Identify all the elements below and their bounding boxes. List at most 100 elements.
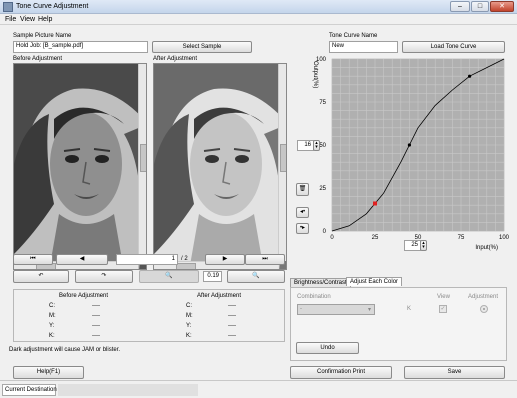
minimize-button[interactable]: – xyxy=(450,1,470,12)
cyan-after-value: ---- xyxy=(228,303,236,309)
magenta-before-value: ---- xyxy=(92,313,100,319)
view-checkbox[interactable]: ✓ xyxy=(439,305,447,313)
undo-button[interactable]: Undo xyxy=(296,342,359,354)
current-destination-label: Current Destination xyxy=(2,384,57,396)
yellow-after-label: Y: xyxy=(186,323,192,329)
rotate-left-button[interactable]: ↶ xyxy=(13,270,69,283)
previous-page-button[interactable]: ◀ xyxy=(56,254,108,265)
next-page-button[interactable]: ▶ xyxy=(205,254,245,265)
x-axis-label: Input(%) xyxy=(475,245,498,251)
select-next-point-button[interactable]: •▸ xyxy=(296,223,309,234)
last-page-icon: ⏭ xyxy=(262,256,268,262)
previous-page-icon: ◀ xyxy=(79,256,85,262)
zoom-field[interactable]: 0.19 xyxy=(203,271,222,282)
output-value-field[interactable]: 16 xyxy=(297,140,314,151)
menu-help[interactable]: Help xyxy=(38,16,52,23)
main-area: Sample Picture Name Hold Job: [B_sample.… xyxy=(0,25,517,380)
y-axis-label: Output(%) xyxy=(312,61,318,88)
yellow-after-value: ---- xyxy=(228,323,236,329)
tone-curve-name-label: Tone Curve Name xyxy=(329,33,378,39)
before-vertical-scrollbar[interactable] xyxy=(138,64,146,261)
before-portrait-image xyxy=(14,64,146,269)
first-page-button[interactable]: ⏮ xyxy=(13,254,53,265)
zoom-out-button[interactable]: 🔍 xyxy=(139,270,199,283)
save-button[interactable]: Save xyxy=(404,366,505,379)
after-portrait-image xyxy=(154,64,286,269)
confirmation-print-button[interactable]: Confirmation Print xyxy=(290,366,392,379)
zoom-in-button[interactable]: 🔍 xyxy=(227,270,285,283)
rotate-right-button[interactable]: ↷ xyxy=(75,270,133,283)
cyan-after-label: C: xyxy=(186,303,192,309)
adjustment-label: Adjustment xyxy=(468,294,499,300)
sample-picture-field[interactable]: Hold Job: [B_sample.pdf] xyxy=(13,41,148,53)
select-sample-button[interactable]: Select Sample xyxy=(152,41,252,53)
last-page-button[interactable]: ⏭ xyxy=(245,254,285,265)
zoom-out-icon: 🔍 xyxy=(165,273,173,279)
cmyk-value-panel: Before Adjustment After Adjustment C: --… xyxy=(13,289,285,342)
after-horizontal-scroll-thumb[interactable] xyxy=(176,263,196,269)
title-bar: Tone Curve Adjustment – □ ✕ xyxy=(0,0,517,14)
tone-curve-name-field[interactable]: New xyxy=(329,41,398,53)
tone-curve-chart-layer: 0 25 50 75 1000255075100Input(%)Output(%) xyxy=(312,57,510,251)
x-tick-label: 25 xyxy=(372,235,379,241)
next-page-icon: ▶ xyxy=(222,256,228,262)
x-tick-label: 100 xyxy=(499,235,510,241)
chevron-down-icon: ▾ xyxy=(367,307,371,313)
adjustment-radio[interactable] xyxy=(480,305,488,313)
point-right-icon: •▸ xyxy=(299,225,306,231)
select-previous-point-button[interactable]: ◂• xyxy=(296,207,309,218)
view-label: View xyxy=(437,294,450,300)
after-vertical-scrollbar[interactable] xyxy=(278,64,286,261)
window-title: Tone Curve Adjustment xyxy=(16,3,89,10)
black-after-label: K: xyxy=(186,333,192,339)
magenta-before-label: M: xyxy=(49,313,56,319)
tab-brightness-contrast[interactable]: Brightness/Contrast xyxy=(290,278,351,287)
status-bar: Current Destination xyxy=(0,380,517,398)
load-tone-curve-button[interactable]: Load Tone Curve xyxy=(402,41,505,53)
help-button[interactable]: Help(F1) xyxy=(13,366,84,379)
warning-text: Dark adjustment will cause JAM or bliste… xyxy=(9,347,121,353)
combination-select[interactable]: - ▾ xyxy=(297,304,375,315)
y-tick-label: 0 xyxy=(323,229,327,235)
page-current: 1 xyxy=(171,256,175,262)
yellow-before-label: Y: xyxy=(49,323,55,329)
output-spinner[interactable]: ▴ ▾ xyxy=(313,140,320,151)
current-destination-value xyxy=(58,384,198,396)
maximize-button[interactable]: □ xyxy=(471,1,489,12)
sample-picture-label: Sample Picture Name xyxy=(13,33,72,39)
before-adjustment-label: Before Adjustment xyxy=(13,56,63,62)
trash-icon: 🗑 xyxy=(298,186,307,192)
first-page-icon: ⏮ xyxy=(30,256,36,262)
tab-adjust-each-color[interactable]: Adjust Each Color xyxy=(346,277,403,286)
after-vertical-scroll-thumb[interactable] xyxy=(280,144,286,172)
after-preview xyxy=(153,63,287,270)
menu-file[interactable]: File xyxy=(5,16,16,23)
menu-view[interactable]: View xyxy=(20,16,35,23)
app-icon xyxy=(3,2,13,12)
input-spinner[interactable]: ▴ ▾ xyxy=(420,240,427,251)
rotate-right-icon: ↷ xyxy=(101,273,107,279)
tone-curve-chart[interactable]: 0 25 50 75 1000255075100Input(%)Output(%) xyxy=(297,55,515,253)
page-number-field[interactable]: 1 xyxy=(116,254,178,265)
black-after-value: ---- xyxy=(228,333,236,339)
adjust-each-color-panel: Combination View Adjustment - ▾ K ✓ Undo xyxy=(290,287,507,361)
black-before-value: ---- xyxy=(92,333,100,339)
magenta-after-label: M: xyxy=(186,313,193,319)
yellow-before-value: ---- xyxy=(92,323,100,329)
cyan-before-label: C: xyxy=(49,303,55,309)
control-point xyxy=(468,74,472,78)
before-vertical-scroll-thumb[interactable] xyxy=(140,144,146,172)
x-tick-label: 0 xyxy=(330,235,334,241)
magenta-after-value: ---- xyxy=(228,313,236,319)
x-tick-label: 75 xyxy=(458,235,465,241)
combination-value: - xyxy=(300,306,302,312)
channel-label: K xyxy=(407,306,412,312)
cmyk-after-header: After Adjustment xyxy=(197,293,242,299)
input-value-field[interactable]: 25 xyxy=(404,240,421,251)
y-tick-label: 25 xyxy=(319,186,326,192)
black-before-label: K: xyxy=(49,333,55,339)
control-point xyxy=(407,143,411,147)
delete-point-button[interactable]: 🗑 xyxy=(296,183,309,196)
close-button[interactable]: ✕ xyxy=(490,1,514,12)
adjustment-radio-dot xyxy=(483,308,485,310)
